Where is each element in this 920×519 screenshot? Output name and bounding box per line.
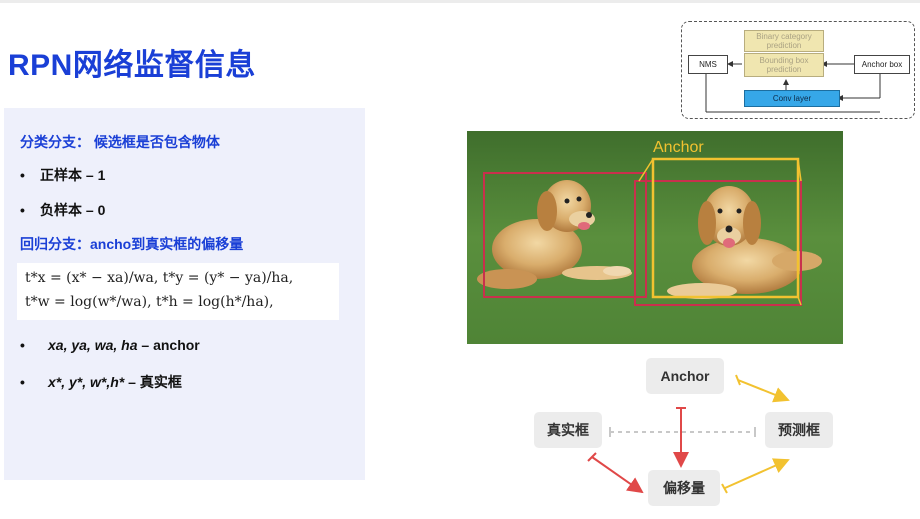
positive-sample-item: • 正样本 – 1 — [20, 165, 105, 185]
bullet-icon: • — [20, 167, 25, 183]
nms-box: NMS — [688, 55, 728, 74]
flow-node-pred: 预测框 — [765, 412, 833, 448]
negative-sample-text: 负样本 – 0 — [40, 202, 106, 218]
bullet-icon: • — [20, 337, 25, 353]
slide-title: RPN网络监督信息 — [8, 49, 256, 82]
left-text-panel: 分类分支： 候选框是否包含物体 • 正样本 – 1 • 负样本 – 0 回归分支：a… — [4, 108, 365, 480]
top-divider — [0, 0, 920, 3]
regression-heading: 回归分支：ancho到真实框的偏移量 — [20, 236, 244, 252]
offset-formula: t*x = (x* − xa)/wa, t*y = (y* − ya)/ha, … — [17, 263, 339, 320]
classification-heading: 分类分支： 候选框是否包含物体 — [20, 134, 220, 150]
anchor-flow-diagram: Anchor 真实框 预测框 偏移量 — [520, 350, 850, 515]
anchor-vars-item: • xa, ya, wa, ha – anchor — [20, 337, 200, 353]
dogs-detection-image: Anchor — [467, 131, 843, 344]
flow-node-offset: 偏移量 — [648, 470, 720, 506]
bullet-icon: • — [20, 202, 25, 218]
formula-line-1: t*x = (x* − xa)/wa, t*y = (y* − ya)/ha, — [25, 270, 294, 286]
gt-vars-text: x*, y*, w*,h* — [48, 374, 125, 390]
anchor-vars-suffix: – anchor — [137, 337, 200, 353]
anchor-box-node: Anchor box — [854, 55, 910, 74]
positive-sample-text: 正样本 – 1 — [40, 167, 106, 183]
conv-layer-box: Conv layer — [744, 90, 840, 107]
arrow-gt-to-offset — [591, 456, 644, 494]
rpn-architecture-diagram: NMS Binary category prediction Bounding … — [681, 21, 915, 119]
formula-line-2: t*w = log(w*/wa), t*h = log(h*/ha), — [25, 294, 274, 310]
arrow-offset-to-pred — [724, 458, 790, 489]
anchor-label: Anchor — [653, 139, 704, 156]
flow-node-anchor: Anchor — [646, 358, 724, 394]
flow-node-gt: 真实框 — [534, 412, 602, 448]
anchor-vars-text: xa, ya, wa, ha — [48, 337, 138, 353]
binary-prediction-box: Binary category prediction — [744, 30, 824, 52]
bbox-prediction-box: Bounding box prediction — [744, 53, 824, 77]
arrow-anchor-to-pred — [737, 379, 790, 403]
negative-sample-item: • 负样本 – 0 — [20, 200, 105, 220]
dogs-scene — [467, 131, 843, 344]
gt-vars-suffix: – 真实框 — [124, 374, 182, 390]
gt-vars-item: • x*, y*, w*,h* – 真实框 — [20, 372, 182, 392]
bullet-icon: • — [20, 374, 25, 390]
